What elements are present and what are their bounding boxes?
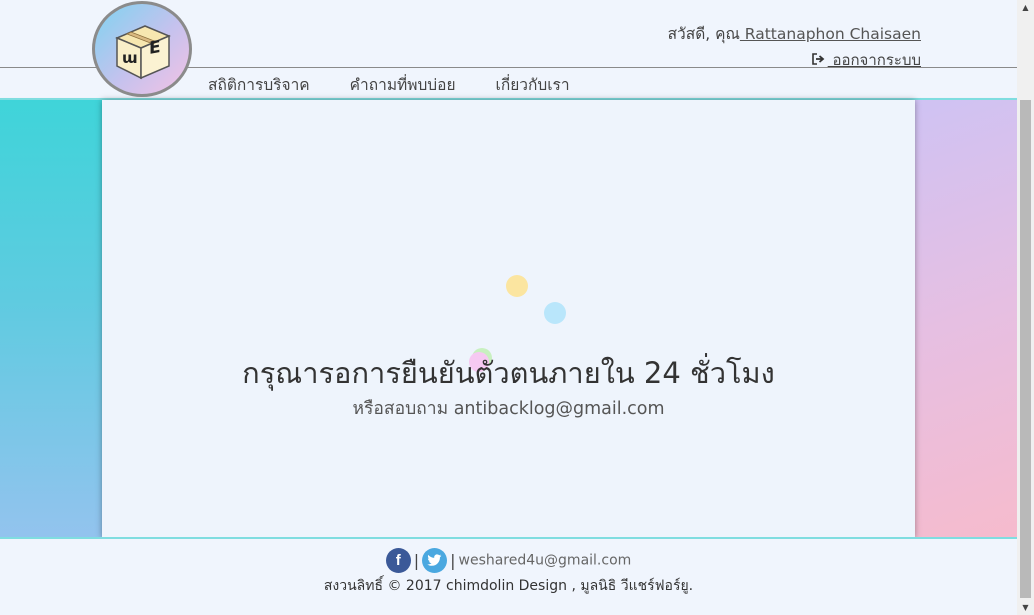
scrollbar-thumb[interactable] [1020, 100, 1031, 598]
footer-email[interactable]: weshared4u@gmail.com [459, 553, 632, 569]
greeting-prefix: สวัสดี, คุณ [667, 25, 740, 43]
nav-faq[interactable]: คำถามที่พบบ่อย [350, 72, 456, 97]
nav-donation-stats[interactable]: สถิติการบริจาค [208, 72, 310, 97]
main-nav: สถิติการบริจาค คำถามที่พบบ่อย เกี่ยวกับเ… [208, 72, 570, 97]
nav-about-us[interactable]: เกี่ยวกับเรา [496, 72, 570, 97]
left-gradient-panel [0, 100, 102, 538]
loader-dot-yellow [506, 275, 528, 297]
main-content: กรุณารอการยืนยันตัวตนภายใน 24 ชั่วโมง หร… [102, 100, 915, 538]
verification-message: กรุณารอการยืนยันตัวตนภายใน 24 ชั่วโมง [242, 356, 775, 390]
footer: f | | weshared4u@gmail.com สงวนลิทธิ์ © 201… [0, 539, 1017, 615]
vertical-scrollbar[interactable]: ▲ ▼ [1017, 0, 1034, 615]
header: ɯ E สวัสดี, คุณ Rattanaphon Chaisaen ออก… [0, 0, 1017, 100]
user-greeting: สวัสดี, คุณ Rattanaphon Chaisaen [668, 21, 921, 46]
scroll-down-arrow[interactable]: ▼ [1017, 600, 1034, 615]
page: ɯ E สวัสดี, คุณ Rattanaphon Chaisaen ออก… [0, 0, 1034, 615]
twitter-icon[interactable] [422, 548, 448, 573]
right-gradient-panel [915, 100, 1017, 538]
contact-message: หรือสอบถาม antibacklog@gmail.com [352, 399, 665, 419]
footer-separator: | [413, 551, 420, 570]
footer-copyright: สงวนลิทธิ์ © 2017 chimdolin Design , มูล… [323, 578, 694, 594]
loader-dot-blue [544, 302, 566, 324]
footer-contact-row: f | | weshared4u@gmail.com [0, 548, 1017, 573]
site-logo[interactable]: ɯ E [92, 1, 192, 97]
logout-link[interactable]: ออกจากระบบ [811, 48, 921, 72]
scroll-up-arrow[interactable]: ▲ [1017, 0, 1034, 15]
user-name-link[interactable]: Rattanaphon Chaisaen [740, 25, 921, 43]
facebook-icon[interactable]: f [385, 548, 411, 573]
box-logo-icon: ɯ E [115, 25, 171, 80]
logo-letter-1: ɯ [122, 49, 138, 67]
logo-letter-2: E [149, 37, 161, 59]
footer-separator-2: | [450, 551, 456, 570]
